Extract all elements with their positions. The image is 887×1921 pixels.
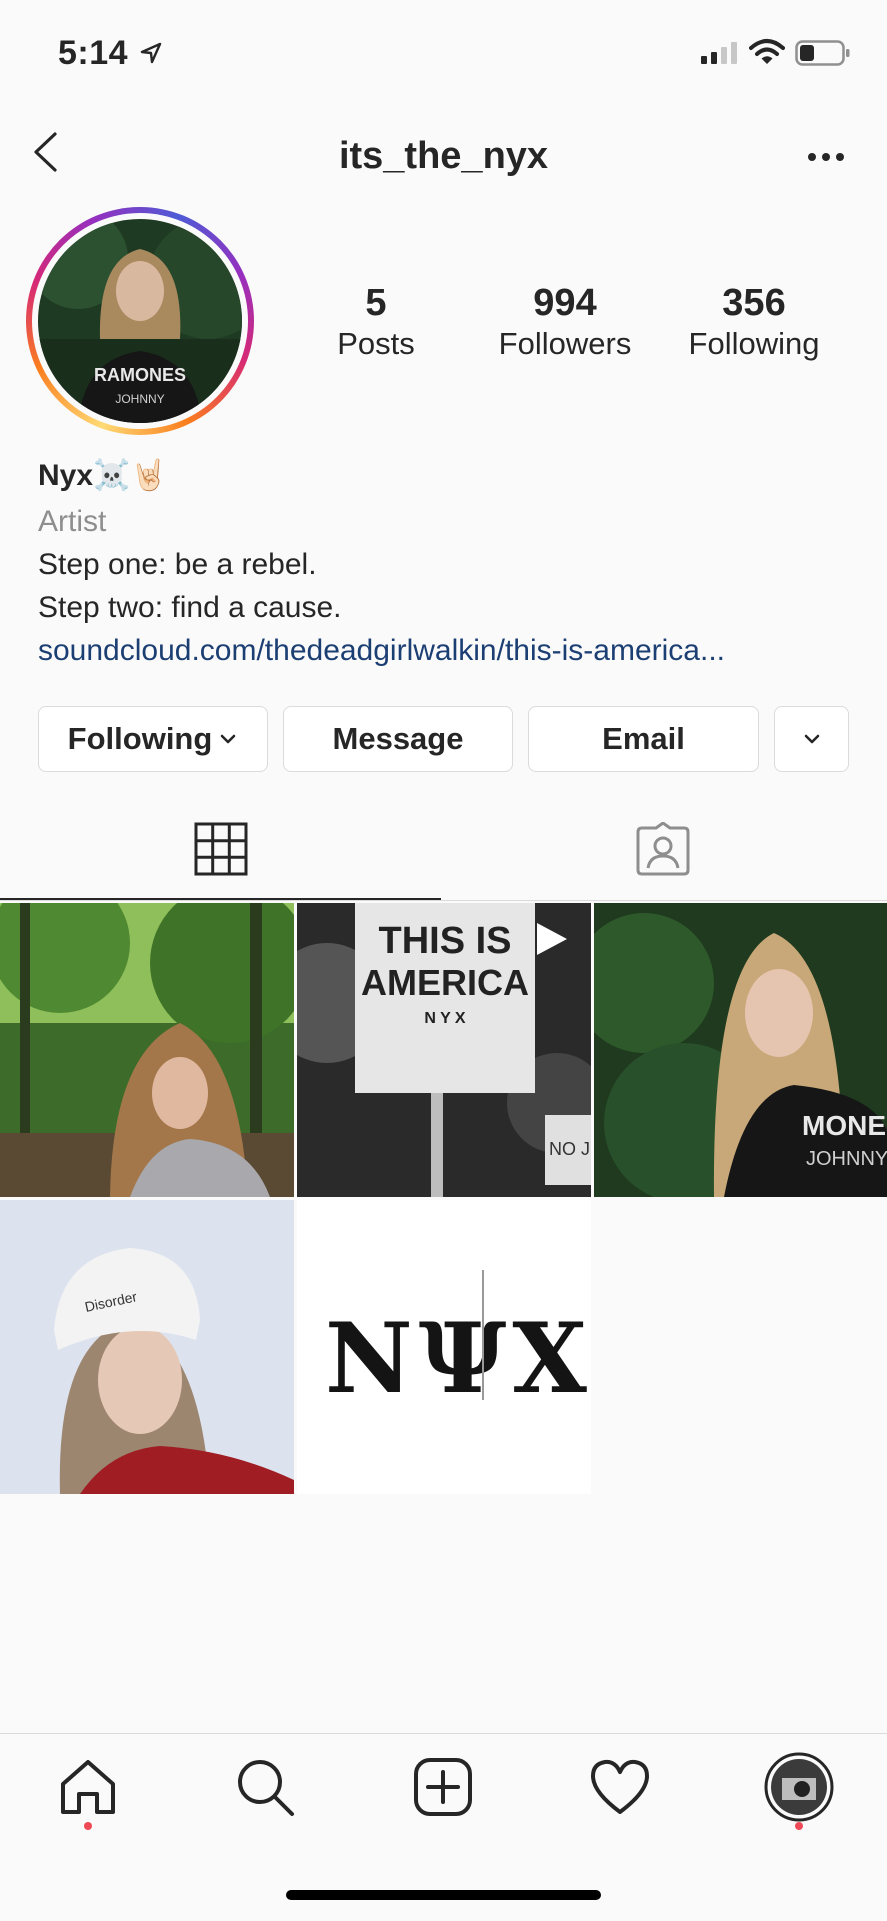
tab-tagged[interactable] bbox=[443, 800, 887, 900]
grid-icon bbox=[194, 822, 248, 876]
post-thumbnail-5[interactable]: NΨX bbox=[297, 1200, 591, 1494]
wifi-icon bbox=[749, 39, 785, 64]
post-5-logo-text: NΨX bbox=[325, 1302, 591, 1415]
chevron-down-icon bbox=[221, 734, 236, 744]
more-options-icon[interactable] bbox=[805, 150, 847, 164]
stat-following-count: 356 bbox=[722, 282, 786, 324]
battery-icon bbox=[795, 40, 850, 66]
post-4-image: Disorder bbox=[0, 1200, 294, 1494]
following-button-label: Following bbox=[67, 721, 213, 756]
post-thumbnail-4[interactable]: Disorder bbox=[0, 1200, 294, 1494]
avatar-photo: RAMONES JOHNNY bbox=[38, 219, 242, 423]
bio-category: Artist bbox=[38, 505, 107, 538]
message-button[interactable]: Message bbox=[283, 706, 513, 772]
stat-posts-count: 5 bbox=[365, 282, 387, 324]
home-indicator bbox=[286, 1890, 601, 1900]
post-2-sign-line-3: N Y X bbox=[424, 1010, 466, 1027]
nav-home[interactable] bbox=[53, 1752, 123, 1822]
bio-link[interactable]: soundcloud.com/thedeadgirlwalkin/this-is… bbox=[38, 634, 725, 668]
profile-avatar-small bbox=[764, 1752, 834, 1822]
home-notification-dot bbox=[84, 1822, 92, 1830]
post-3-shirt-text: MONES bbox=[802, 1110, 887, 1141]
stat-followers-count: 994 bbox=[533, 282, 597, 324]
post-thumbnail-1[interactable] bbox=[0, 903, 294, 1197]
stat-posts[interactable]: 5 Posts bbox=[286, 282, 466, 364]
stat-posts-label: Posts bbox=[337, 326, 415, 361]
bio-line-2: Step two: find a cause. bbox=[38, 591, 342, 624]
stat-following[interactable]: 356 Following bbox=[664, 282, 844, 364]
heart-icon bbox=[591, 1759, 649, 1814]
display-name: Nyx☠️🤘🏻 bbox=[38, 459, 168, 492]
following-button[interactable]: Following bbox=[38, 706, 268, 772]
post-5-image: NΨX bbox=[297, 1200, 591, 1494]
post-thumbnail-2[interactable]: THIS IS AMERICA N Y X NO JU bbox=[297, 903, 591, 1197]
cellular-signal-icon bbox=[701, 42, 737, 64]
profile-notification-dot bbox=[795, 1822, 803, 1830]
nav-search[interactable] bbox=[230, 1752, 300, 1822]
chevron-down-icon bbox=[804, 734, 819, 744]
bio-line-1: Step one: be a rebel. bbox=[38, 548, 317, 581]
tagged-person-icon bbox=[636, 822, 690, 876]
post-thumbnail-3[interactable]: MONES JOHNNY bbox=[594, 903, 887, 1197]
avatar-shirt-text: RAMONES bbox=[94, 365, 186, 385]
status-time: 5:14 bbox=[58, 34, 129, 72]
stat-following-label: Following bbox=[688, 326, 820, 361]
avatar-shirt-subtext: JOHNNY bbox=[115, 392, 164, 406]
add-post-icon bbox=[414, 1758, 472, 1816]
profile-avatar[interactable]: RAMONES JOHNNY bbox=[38, 219, 242, 423]
profile-username: its_the_nyx bbox=[338, 135, 549, 177]
tab-divider bbox=[0, 900, 887, 901]
message-button-label: Message bbox=[332, 721, 464, 756]
home-icon bbox=[61, 1760, 115, 1814]
nav-activity[interactable] bbox=[585, 1752, 655, 1822]
post-2-sign-line-2: AMERICA bbox=[361, 962, 529, 1003]
stat-followers-label: Followers bbox=[498, 326, 632, 361]
post-1-image bbox=[0, 903, 294, 1197]
location-arrow-icon bbox=[140, 42, 162, 64]
search-icon bbox=[238, 1760, 294, 1816]
stat-followers[interactable]: 994 Followers bbox=[475, 282, 655, 364]
post-2-small-sign: NO JU bbox=[549, 1139, 591, 1159]
email-button-label: Email bbox=[602, 721, 685, 756]
post-3-image: MONES JOHNNY bbox=[594, 903, 887, 1197]
nav-new-post[interactable] bbox=[408, 1752, 478, 1822]
tab-grid[interactable] bbox=[0, 800, 443, 900]
post-3-shirt-subtext: JOHNNY bbox=[806, 1148, 887, 1170]
nav-profile[interactable] bbox=[764, 1752, 834, 1822]
suggested-accounts-button[interactable] bbox=[774, 706, 849, 772]
email-button[interactable]: Email bbox=[528, 706, 759, 772]
post-2-image: THIS IS AMERICA N Y X NO JU bbox=[297, 903, 591, 1197]
post-2-sign-line-1: THIS IS bbox=[378, 920, 511, 962]
